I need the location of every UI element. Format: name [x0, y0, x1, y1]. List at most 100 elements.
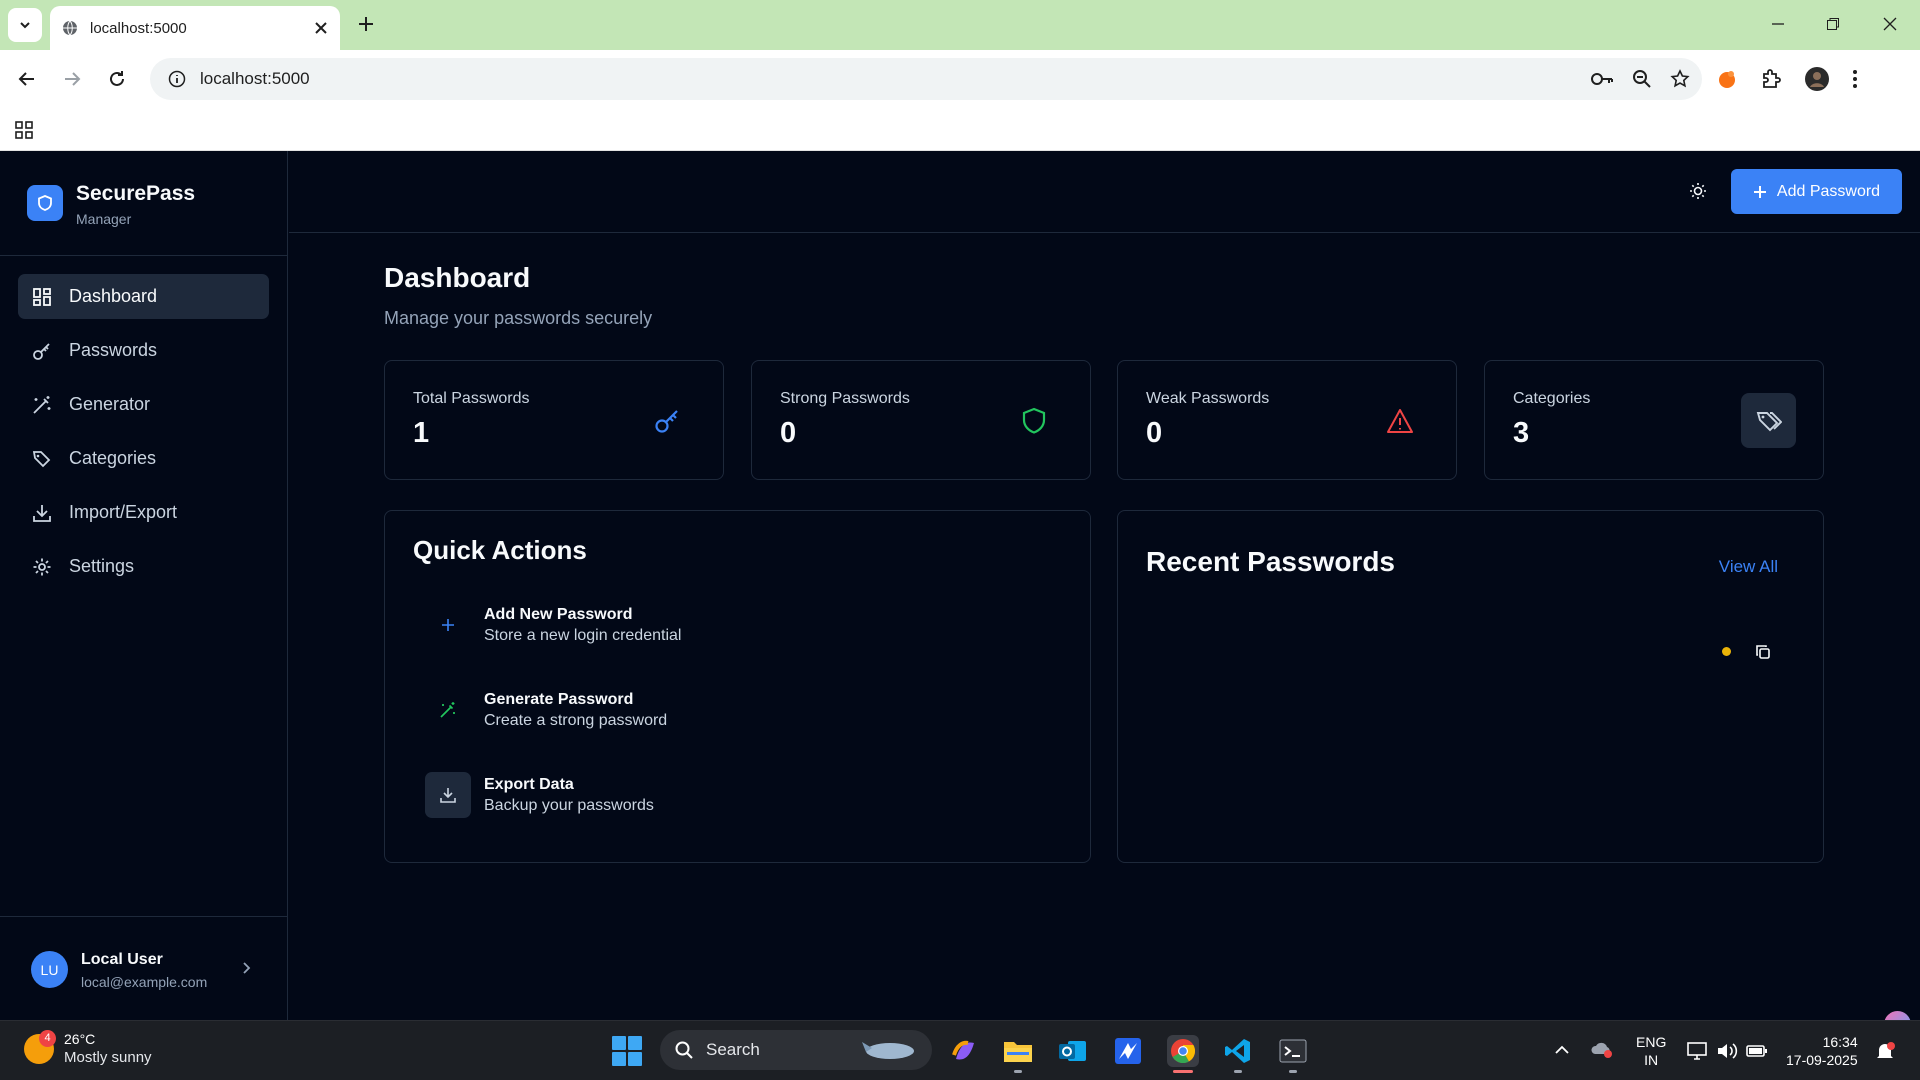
sidebar-item-label: Categories	[69, 448, 157, 468]
close-window-button[interactable]	[1870, 10, 1910, 38]
extension-app-icon[interactable]	[1716, 68, 1738, 90]
stat-label: Total Passwords	[413, 390, 530, 407]
sun-icon	[1690, 183, 1706, 199]
extensions-puzzle-icon[interactable]	[1760, 68, 1782, 90]
running-indicator	[1014, 1070, 1022, 1073]
copy-password-button[interactable]	[1752, 641, 1774, 663]
shield-icon	[1018, 405, 1050, 437]
sidebar-item-dashboard[interactable]: Dashboard	[18, 274, 269, 319]
language-region: IN	[1644, 1052, 1659, 1068]
zoom-icon[interactable]	[1632, 69, 1652, 89]
avatar: LU	[31, 951, 68, 988]
view-all-link[interactable]: View All	[1719, 557, 1778, 577]
copilot-app-icon[interactable]	[948, 1035, 980, 1067]
key-icon	[31, 340, 53, 362]
apps-grid-icon[interactable]	[15, 121, 33, 139]
url-text[interactable]: localhost:5000	[200, 69, 310, 89]
quick-actions-title: Quick Actions	[413, 535, 587, 565]
quick-action-generate[interactable]: Generate Password Create a strong passwo…	[425, 686, 825, 734]
quick-action-title: Add New Password	[484, 605, 633, 623]
sidebar-item-categories[interactable]: Categories	[18, 436, 269, 481]
theme-toggle-button[interactable]	[1686, 179, 1710, 203]
gear-icon	[31, 556, 53, 578]
network-icon[interactable]	[1686, 1041, 1708, 1061]
notification-bell-icon[interactable]	[1874, 1040, 1896, 1062]
vscode-icon[interactable]	[1222, 1035, 1254, 1073]
tab-search-button[interactable]	[8, 8, 42, 42]
page-title: Dashboard	[384, 262, 531, 293]
download-icon	[425, 772, 471, 818]
running-indicator	[1234, 1070, 1242, 1073]
file-explorer-icon[interactable]	[1002, 1035, 1034, 1073]
user-email: local@example.com	[81, 974, 208, 990]
clock-time: 16:34	[1822, 1034, 1858, 1050]
copy-icon	[1756, 645, 1770, 659]
sidebar-item-label: Passwords	[69, 340, 158, 360]
terminal-icon[interactable]	[1277, 1035, 1309, 1073]
start-button[interactable]	[612, 1036, 642, 1066]
weather-description: Mostly sunny	[64, 1049, 152, 1066]
address-bar[interactable]: localhost:5000	[150, 58, 1702, 100]
restore-icon	[1827, 18, 1839, 30]
minimize-button[interactable]	[1758, 10, 1798, 38]
stat-label: Strong Passwords	[780, 390, 910, 407]
sidebar-item-label: Generator	[69, 394, 151, 414]
language-indicator[interactable]: ENG IN	[1636, 1033, 1666, 1069]
wand-icon	[425, 687, 471, 733]
add-password-button[interactable]: Add Password	[1731, 169, 1902, 214]
stat-card-weak: Weak Passwords 0	[1117, 360, 1457, 480]
profile-avatar-icon[interactable]	[1804, 66, 1830, 92]
sidebar-nav: Dashboard Passwords Generator Categories…	[18, 274, 269, 598]
wand-icon	[31, 394, 53, 416]
new-tab-button[interactable]	[354, 12, 378, 36]
recent-passwords-card: Recent Passwords View All	[1117, 510, 1824, 863]
sidebar-item-settings[interactable]: Settings	[18, 544, 269, 589]
battery-icon[interactable]	[1746, 1042, 1768, 1060]
back-button[interactable]	[11, 63, 43, 95]
bookmark-star-icon[interactable]	[1670, 69, 1690, 89]
windows-logo-icon	[612, 1052, 626, 1066]
tags-icon	[1741, 393, 1796, 448]
active-indicator	[1173, 1070, 1193, 1073]
app-blue-icon[interactable]	[1112, 1035, 1144, 1067]
chrome-icon[interactable]	[1167, 1035, 1199, 1073]
quick-action-add[interactable]: Add New Password Store a new login crede…	[425, 601, 825, 649]
running-indicator	[1289, 1070, 1297, 1073]
reload-button[interactable]	[101, 63, 133, 95]
close-icon	[1883, 17, 1897, 31]
search-label: Search	[706, 1040, 760, 1059]
sidebar-item-import-export[interactable]: Import/Export	[18, 490, 269, 535]
info-icon[interactable]	[168, 70, 186, 88]
stat-value: 0	[1146, 417, 1163, 449]
quick-action-export[interactable]: Export Data Backup your passwords	[425, 771, 825, 819]
chevron-up-icon[interactable]	[1554, 1043, 1570, 1057]
sidebar-item-passwords[interactable]: Passwords	[18, 328, 269, 373]
quick-action-subtitle: Store a new login credential	[484, 626, 682, 644]
close-icon[interactable]	[314, 21, 328, 35]
bookmarks-bar	[0, 108, 1920, 151]
taskbar-search[interactable]: Search	[660, 1030, 932, 1070]
chevron-right-icon[interactable]	[240, 961, 252, 975]
weather-badge: 4	[39, 1029, 56, 1047]
stat-card-strong: Strong Passwords 0	[751, 360, 1091, 480]
windows-logo-icon	[628, 1036, 642, 1050]
sidebar: SecurePass Manager Dashboard Passwords G…	[0, 151, 288, 1020]
user-profile[interactable]: LU Local User local@example.com	[0, 916, 288, 1020]
menu-kebab-icon[interactable]	[1852, 69, 1858, 89]
sidebar-item-generator[interactable]: Generator	[18, 382, 269, 427]
search-icon	[675, 1041, 693, 1059]
brand-subtitle: Manager	[76, 211, 132, 227]
password-key-icon[interactable]	[1590, 70, 1614, 88]
volume-icon[interactable]	[1716, 1041, 1738, 1061]
quick-action-title: Export Data	[484, 775, 574, 793]
outlook-icon[interactable]	[1057, 1035, 1089, 1067]
reload-icon	[110, 71, 124, 86]
weather-widget[interactable]: 4 26°C Mostly sunny	[24, 1029, 152, 1066]
forward-button[interactable]	[56, 63, 88, 95]
system-clock[interactable]: 16:34 17-09-2025	[1786, 1033, 1858, 1069]
stat-value: 0	[780, 417, 797, 449]
onedrive-icon[interactable]	[1590, 1039, 1614, 1059]
minimize-icon	[1772, 23, 1784, 25]
browser-tab[interactable]: localhost:5000	[50, 6, 340, 50]
restore-button[interactable]	[1813, 10, 1853, 38]
